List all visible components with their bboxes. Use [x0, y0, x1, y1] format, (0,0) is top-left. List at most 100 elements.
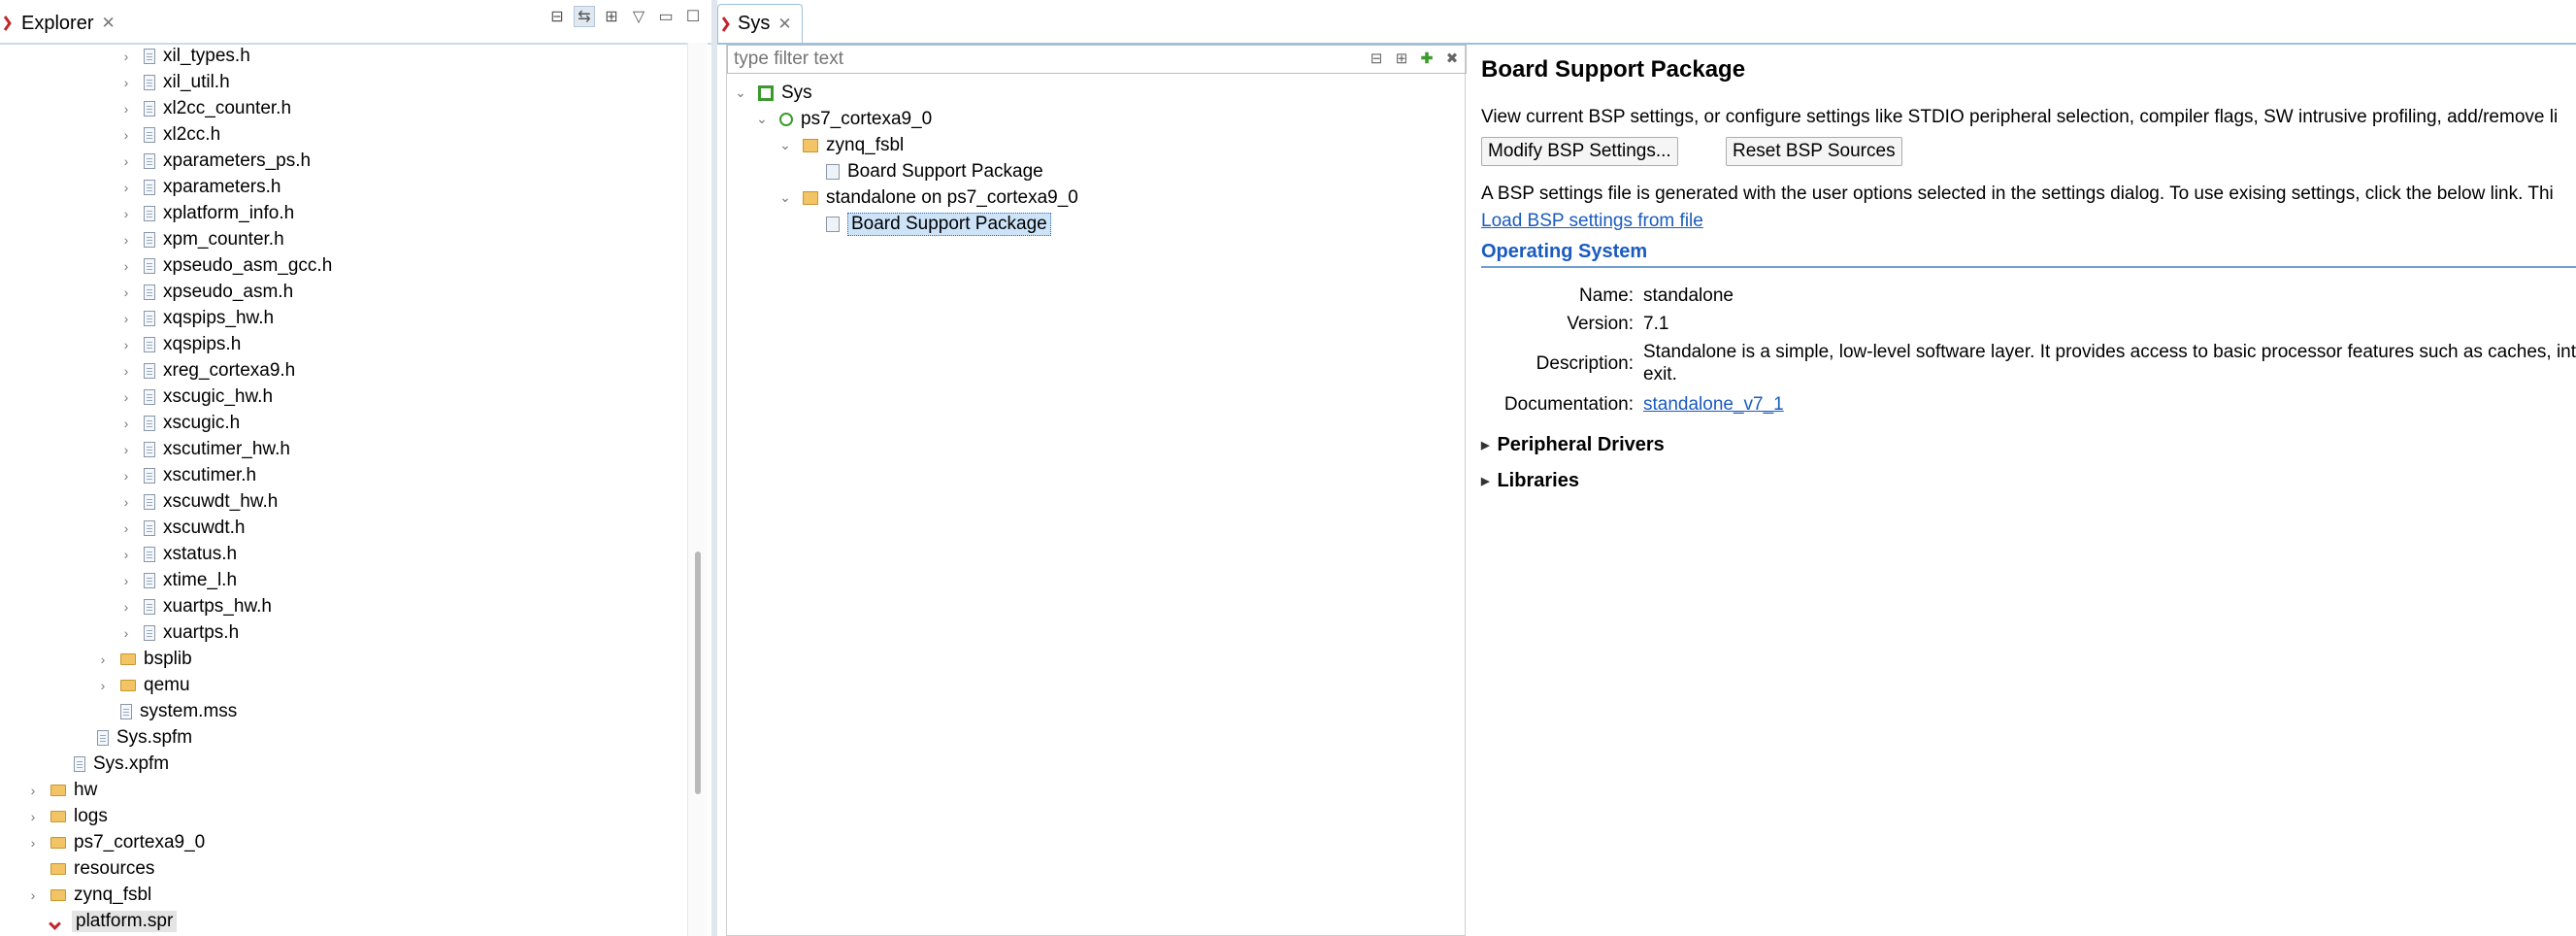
chevron-right-icon[interactable]: › — [118, 101, 134, 117]
tree-item[interactable]: › xl2cc_counter.h — [118, 95, 291, 121]
tree-item[interactable]: › xscugic.h — [118, 410, 241, 436]
filter-icon[interactable]: ⊞ — [601, 6, 622, 27]
chevron-down-icon[interactable]: ⌄ — [733, 84, 748, 101]
libraries-section[interactable]: ▶ Libraries — [1481, 470, 1579, 492]
tree-item[interactable]: › xl2cc.h — [118, 121, 220, 148]
tree-item[interactable]: › hw — [25, 777, 98, 803]
close-icon[interactable]: ✕ — [101, 14, 115, 33]
tree-item[interactable]: Sys.spfm — [72, 724, 192, 751]
tree-item[interactable]: › xpm_counter.h — [118, 226, 284, 252]
chevron-right-icon[interactable]: › — [118, 494, 134, 510]
chevron-right-icon[interactable]: › — [118, 284, 134, 300]
tree-item[interactable]: › xil_util.h — [118, 69, 230, 95]
chevron-right-icon[interactable]: › — [118, 75, 134, 90]
tree-item[interactable]: › xqspips_hw.h — [118, 305, 274, 331]
tree-item[interactable]: › xscugic_hw.h — [118, 384, 273, 410]
tree-item[interactable]: › xplatform_info.h — [118, 200, 295, 226]
tree-item[interactable]: › xscuwdt_hw.h — [118, 488, 279, 515]
chevron-right-icon[interactable]: › — [118, 49, 134, 64]
chevron-right-icon[interactable]: › — [95, 678, 111, 693]
documentation-link[interactable]: standalone_v7_1 — [1643, 394, 1784, 416]
chevron-right-icon[interactable]: › — [118, 180, 134, 195]
filter-input[interactable] — [732, 48, 1338, 71]
add-icon[interactable]: ✚ — [1417, 48, 1437, 69]
tree-item[interactable]: › xscutimer_hw.h — [118, 436, 290, 462]
tree-item[interactable]: › xqspips.h — [118, 331, 242, 357]
close-icon[interactable]: ✕ — [777, 15, 791, 34]
chevron-right-icon[interactable]: › — [118, 232, 134, 248]
chevron-right-icon[interactable]: ▶ — [1481, 439, 1489, 451]
link-with-editor-icon[interactable]: ⇆ — [574, 6, 595, 27]
tree-item[interactable]: › xscutimer.h — [118, 462, 256, 488]
chevron-right-icon[interactable]: ▶ — [1481, 475, 1489, 487]
chevron-right-icon[interactable]: › — [25, 835, 41, 851]
chevron-right-icon[interactable]: › — [118, 573, 134, 588]
collapse-all-icon[interactable]: ⊟ — [1367, 48, 1386, 69]
tree-item[interactable]: › xparameters_ps.h — [118, 148, 311, 174]
chevron-right-icon[interactable]: › — [95, 652, 111, 667]
peripheral-drivers-section[interactable]: ▶ Peripheral Drivers — [1481, 434, 1665, 456]
file-icon — [120, 703, 132, 719]
maximize-icon[interactable]: ☐ — [682, 6, 704, 27]
chevron-right-icon[interactable]: › — [25, 783, 41, 798]
view-menu-icon[interactable]: ▽ — [628, 6, 649, 27]
tree-item-fsbl-bsp[interactable]: Board Support Package — [826, 158, 1043, 184]
chevron-right-icon[interactable]: › — [118, 363, 134, 379]
chevron-down-icon[interactable]: ⌄ — [754, 111, 770, 127]
minimize-icon[interactable]: ▭ — [655, 6, 677, 27]
tree-item-label: Board Support Package — [847, 212, 1051, 236]
tree-item-sys[interactable]: ⌄ Sys — [733, 80, 812, 106]
scrollbar-thumb[interactable] — [695, 552, 701, 794]
chevron-right-icon[interactable]: › — [118, 337, 134, 352]
tree-item[interactable]: resources — [25, 855, 154, 882]
tree-item-standalone[interactable]: ⌄ standalone on ps7_cortexa9_0 — [777, 184, 1078, 211]
reset-bsp-sources-button[interactable]: Reset BSP Sources — [1726, 137, 1902, 166]
chevron-right-icon[interactable]: › — [118, 599, 134, 615]
tree-item[interactable]: platform.spr — [25, 908, 178, 934]
chevron-right-icon[interactable]: › — [118, 416, 134, 431]
tree-item[interactable]: › xreg_cortexa9.h — [118, 357, 296, 384]
chevron-right-icon[interactable]: › — [118, 258, 134, 274]
scrollbar-track[interactable] — [687, 43, 708, 936]
tree-item-cpu[interactable]: ⌄ ps7_cortexa9_0 — [754, 106, 932, 132]
tab-explorer[interactable]: Explorer ✕ — [0, 4, 125, 43]
load-bsp-settings-link[interactable]: Load BSP settings from file — [1481, 211, 1703, 232]
chevron-down-icon[interactable]: ⌄ — [777, 189, 793, 206]
chevron-right-icon[interactable]: › — [25, 887, 41, 903]
chevron-right-icon[interactable]: › — [118, 389, 134, 405]
chevron-right-icon[interactable]: › — [118, 625, 134, 641]
tree-item[interactable]: › xuartps_hw.h — [118, 593, 272, 619]
chevron-right-icon[interactable]: › — [118, 311, 134, 326]
chevron-right-icon[interactable]: › — [25, 809, 41, 824]
tree-item[interactable]: › xil_types.h — [118, 43, 250, 69]
chevron-right-icon[interactable]: › — [118, 520, 134, 536]
tab-sys[interactable]: Sys ✕ — [717, 4, 803, 43]
tree-item[interactable]: › xstatus.h — [118, 541, 237, 567]
tree-item[interactable]: › ps7_cortexa9_0 — [25, 829, 206, 855]
tree-item[interactable]: › zynq_fsbl — [25, 882, 152, 908]
chevron-right-icon[interactable]: › — [118, 206, 134, 221]
tree-item[interactable]: › xtime_l.h — [118, 567, 237, 593]
tree-item[interactable]: › xpseudo_asm.h — [118, 279, 294, 305]
chevron-down-icon[interactable]: ⌄ — [777, 137, 793, 153]
tree-item[interactable]: › xscuwdt.h — [118, 515, 246, 541]
tree-item-standalone-bsp[interactable]: Board Support Package — [826, 211, 1051, 237]
tree-item[interactable]: › qemu — [95, 672, 190, 698]
chevron-right-icon[interactable]: › — [118, 127, 134, 143]
tree-item-zynq-fsbl[interactable]: ⌄ zynq_fsbl — [777, 132, 904, 158]
chevron-right-icon[interactable]: › — [118, 547, 134, 562]
chevron-right-icon[interactable]: › — [118, 468, 134, 484]
tree-item[interactable]: › bsplib — [95, 646, 192, 672]
tree-item[interactable]: system.mss — [95, 698, 237, 724]
chevron-right-icon[interactable]: › — [118, 442, 134, 457]
collapse-all-icon[interactable]: ⊟ — [546, 6, 568, 27]
expand-all-icon[interactable]: ⊞ — [1392, 48, 1411, 69]
remove-icon[interactable]: ✖ — [1442, 48, 1462, 69]
chevron-right-icon[interactable]: › — [118, 153, 134, 169]
tree-item[interactable]: › logs — [25, 803, 108, 829]
tree-item[interactable]: › xpseudo_asm_gcc.h — [118, 252, 333, 279]
tree-item[interactable]: Sys.xpfm — [49, 751, 169, 777]
tree-item[interactable]: › xuartps.h — [118, 619, 240, 646]
tree-item[interactable]: › xparameters.h — [118, 174, 281, 200]
modify-bsp-settings-button[interactable]: Modify BSP Settings... — [1481, 137, 1678, 166]
